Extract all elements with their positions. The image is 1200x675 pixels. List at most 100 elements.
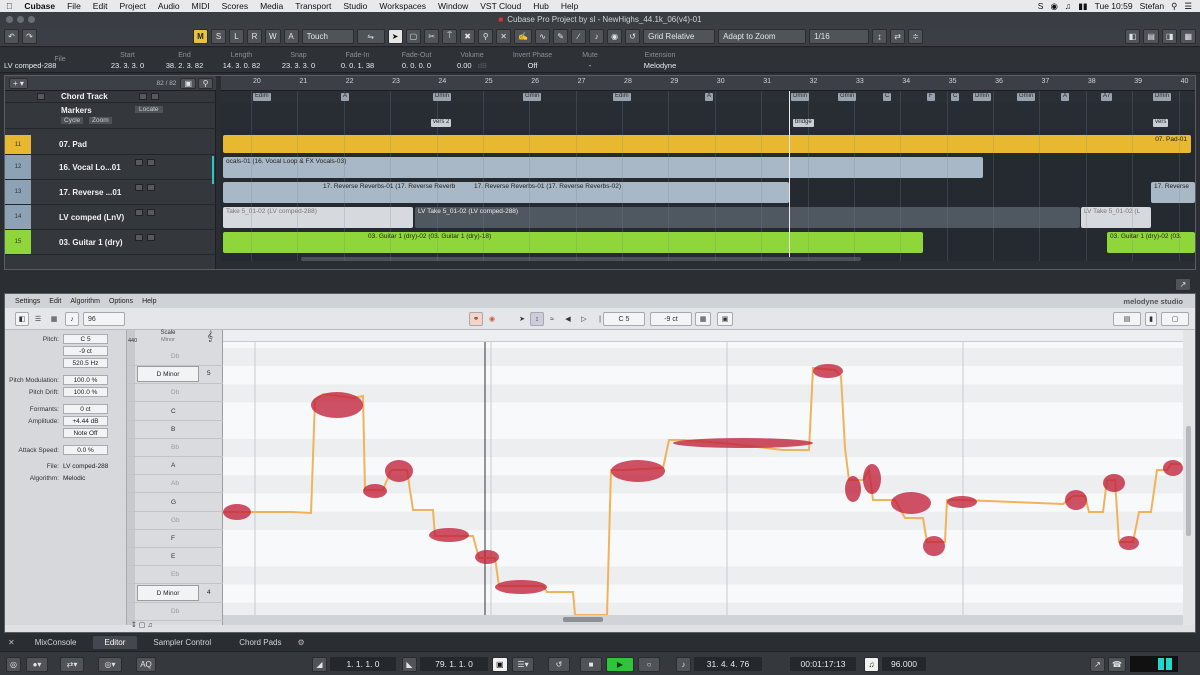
chord-settings-icon[interactable] [151,93,159,100]
right-locator-icon[interactable]: ◣ [402,657,417,672]
time-warp-tool-icon[interactable]: ∿ [535,28,551,44]
melodyne-menu-help[interactable]: Help [142,298,156,305]
chord-mute-icon[interactable] [37,93,45,100]
inspector-attack-field[interactable]: 0.0 % [63,445,108,455]
playhead-cursor[interactable] [789,91,790,261]
layout-right-icon[interactable]: ◨ [1161,28,1178,44]
track-solo-icon[interactable] [147,184,155,191]
note-blob[interactable] [223,504,251,520]
glue-tool-icon[interactable]: ⍑ [442,28,458,44]
menu-edit[interactable]: Edit [87,1,114,11]
ruler-bar-label[interactable]: 30 [717,78,725,85]
menu-hub[interactable]: Hub [527,1,555,11]
chord-event[interactable]: Dmin [973,93,992,101]
play-icon[interactable]: ▶ [606,657,634,672]
track-mute-icon[interactable] [135,209,143,216]
sync-icon[interactable]: ↗ [1090,657,1105,672]
guitar-clip-b[interactable]: 03. Guitar 1 (dry)-02 (03. [1107,232,1195,253]
note-blob[interactable] [385,460,413,482]
scale-key-bottom[interactable]: D Minor [137,585,199,601]
tab-sampler-control[interactable]: Sampler Control [141,636,223,649]
view-toggle-icon[interactable]: ▤ [1113,312,1141,326]
ruler-bar-label[interactable]: 37 [1041,78,1049,85]
scale-key-top[interactable]: D Minor [137,366,199,382]
pitch-cents-field[interactable]: -9 ct [650,312,692,326]
pitch-row[interactable]: Ab [127,475,223,494]
marker-zoom-button[interactable]: Zoom [89,117,112,124]
editor-v-thumb[interactable] [1186,426,1191,536]
menu-help[interactable]: Help [555,1,584,11]
reverse-clip-c[interactable]: 17. Reverse [1151,182,1195,203]
note-blob[interactable] [311,392,363,418]
window-zoom-icon[interactable] [28,15,35,23]
zoom-value-field[interactable]: 96 [83,312,125,326]
pitch-ruler[interactable]: Scale Minor 440 𝄞 DbDDbCBBbAAbGGbFEEbDDb… [127,330,223,625]
record-icon[interactable]: ◉ [485,312,499,326]
marker-cycle-button[interactable]: Cycle [61,117,84,124]
timing-tool-icon[interactable]: ▷ [577,312,591,326]
melodyne-menu-options[interactable]: Options [109,298,133,305]
ruler-bar-label[interactable]: 29 [670,78,678,85]
track-vocal-loop[interactable]: 12 16. Vocal Lo...01 [5,155,216,180]
ruler-bar-label[interactable]: 36 [995,78,1003,85]
info-end[interactable]: End 38. 2. 3. 82 [157,48,212,73]
tab-chord-pads[interactable]: Chord Pads [227,636,293,649]
track-mute-icon[interactable] [135,234,143,241]
window-minimize-icon[interactable] [17,15,24,23]
pitch-tool-icon[interactable]: ↕ [530,312,544,326]
quantize-settings-icon[interactable]: ⇄ [890,28,906,44]
info-file[interactable]: File [40,48,80,73]
guitar-clip-a[interactable]: 03. Guitar 1 (dry)-02 (03. Guitar 1 (dry… [223,232,923,253]
note-blob[interactable] [1119,536,1139,550]
right-locator-display[interactable]: 79. 1. 1. 0 [420,657,488,671]
track-search-icon[interactable]: ⚲ [198,77,213,89]
inspector-hz-field[interactable]: 520.5 Hz [63,358,108,368]
track-visibility-icon[interactable]: ▣ [180,77,196,89]
cycle-record-icon[interactable]: ⇄▾ [60,657,84,672]
pitch-row[interactable]: Db [127,384,223,403]
record-mode-icon[interactable]: ◎ [6,657,21,672]
note-blob[interactable] [495,580,547,594]
inspector-toggle-icon[interactable]: ◧ [15,312,29,326]
left-locator-icon[interactable]: ◢ [312,657,327,672]
fullscreen-icon[interactable]: ▢ [1161,312,1189,326]
lower-zone-settings-icon[interactable]: ⚙ [297,638,304,647]
info-fade-in[interactable]: Fade-In 0. 0. 1. 38 [330,48,385,73]
autoscroll-icon[interactable]: ⇋ [356,28,385,44]
ruler-bar-label[interactable]: 24 [439,78,447,85]
menu-project[interactable]: Project [113,1,151,11]
marker-event[interactable]: vers [1153,119,1169,127]
track-solo-icon[interactable] [147,159,155,166]
left-locator-display[interactable]: 1. 1. 1. 0 [330,657,396,671]
menu-app-name[interactable]: Cubase [18,1,61,11]
info-invert-phase[interactable]: Invert Phase Off [505,48,560,73]
reverse-clip-b[interactable]: 17. Reverse Reverbs-01 (17. Reverse Reve… [471,182,789,203]
object-select-tool-icon[interactable]: ➤ [387,28,403,44]
pitch-row[interactable]: Db [127,348,223,366]
menu-file[interactable]: File [61,1,87,11]
layout-lower-icon[interactable]: ▤ [1143,28,1159,44]
automation-mode-select[interactable]: Touch [301,28,354,44]
pitch-row[interactable]: G [127,494,223,512]
menu-media[interactable]: Media [254,1,289,11]
track-guitar[interactable]: 15 03. Guitar 1 (dry) [5,230,216,255]
zoom-tool-icon[interactable]: ⚲ [478,28,494,44]
grid-type-select[interactable]: Grid Relative [643,28,716,44]
expand-editor-icon[interactable]: ↗ [1175,278,1191,291]
ruler-bar-label[interactable]: 25 [485,78,493,85]
info-mute[interactable]: Mute - [565,48,615,73]
inspector-amplitude-field[interactable]: +4.44 dB [63,416,108,426]
track-lv-comped[interactable]: 14 LV comped (LnV) [5,205,216,230]
wifi-icon[interactable]: ◉ [1050,1,1057,12]
chord-event[interactable]: C [951,93,960,101]
window-close-icon[interactable] [6,15,13,23]
lock-icon[interactable]: ▣ [492,657,508,672]
inspector-algorithm-value[interactable]: Melodic [63,475,85,482]
chord-event[interactable]: A [1061,93,1070,101]
mute-tool-icon[interactable]: ✕ [496,28,512,44]
metronome-mode-icon[interactable]: ♪ [676,657,691,672]
ruler-bar-label[interactable]: 21 [299,78,307,85]
punch-icon[interactable]: ●▾ [26,657,48,672]
track-reverse[interactable]: 13 17. Reverse ...01 [5,180,216,205]
battery-icon[interactable]: ▮▮ [1078,1,1087,12]
